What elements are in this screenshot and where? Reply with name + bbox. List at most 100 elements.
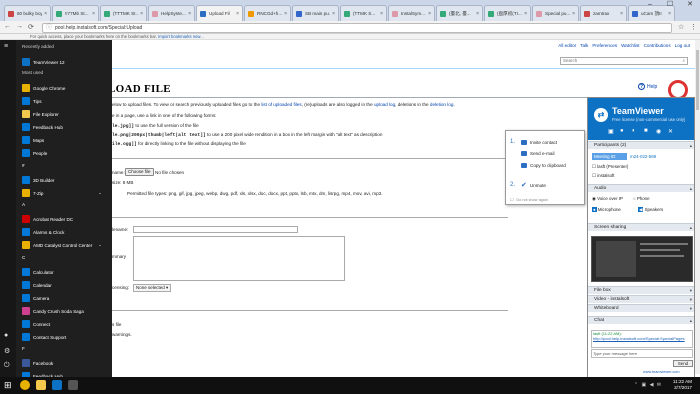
start-menu-item[interactable]: Candy Crush Soda Saga	[33, 309, 84, 314]
tab-close-icon[interactable]: ×	[620, 11, 623, 17]
tab-close-icon[interactable]: ×	[284, 11, 287, 17]
chat-link[interactable]: http://pool.help.instalsoft.com/Special:…	[593, 336, 691, 342]
page-info-icon[interactable]: ⓘ	[46, 24, 52, 32]
help-link[interactable]: ? Help	[638, 83, 657, 90]
unmute-item[interactable]: 2. ✔ Unmute	[510, 181, 546, 189]
maximize-icon[interactable]: ☐	[660, 0, 680, 10]
browser-tab[interactable]: !!77Mb St... ×	[52, 5, 99, 21]
search-icon[interactable]: ⌕	[682, 58, 685, 64]
personal-link-preferences[interactable]: Preferences	[592, 43, 617, 48]
phone-option[interactable]: ○ Phone	[633, 196, 650, 201]
start-menu-item[interactable]: People	[33, 151, 47, 156]
tab-close-icon[interactable]: ×	[188, 11, 191, 17]
start-menu-item[interactable]: Facebook	[33, 361, 53, 366]
invite-contact-item[interactable]: 1. Invite contact	[510, 139, 557, 145]
browser-tab[interactable]: SB main pu... ×	[292, 5, 339, 21]
start-menu-item[interactable]: Calculator	[33, 270, 54, 275]
start-menu-item[interactable]: Contact Support	[33, 335, 66, 340]
start-menu-item[interactable]: TeamViewer 12	[33, 60, 65, 65]
ignore-warnings-option[interactable]: warnings.	[112, 332, 132, 337]
tab-close-icon[interactable]: ×	[380, 11, 383, 17]
screen-sharing-section[interactable]: Screen sharing ▴	[588, 223, 694, 231]
search-input[interactable]: Search ⌕	[560, 57, 688, 65]
windows-start-icon[interactable]: ⊞	[4, 380, 14, 390]
tab-close-icon[interactable]: ×	[44, 11, 47, 17]
browser-tab[interactable]: InstalSym... ×	[388, 5, 435, 21]
video-icon[interactable]: ◐	[632, 128, 636, 134]
user-avatar-icon[interactable]: ●	[4, 332, 8, 339]
start-menu-item[interactable]: Feedback Hub	[33, 125, 63, 130]
expand-icon[interactable]: ⌄	[98, 190, 102, 196]
chat-section[interactable]: Chat ▴	[588, 316, 694, 324]
do-not-show-checkbox[interactable]: ☐ Do not show again	[510, 197, 548, 203]
browser-tab[interactable]: (TTMK S... ×	[340, 5, 387, 21]
participant-instalsoft[interactable]: ☐ instalsoft	[592, 173, 614, 179]
meeting-id-value[interactable]: m24-022-569	[630, 154, 656, 159]
upload-log-link[interactable]: upload log	[374, 102, 395, 107]
start-menu-item[interactable]: Calendar	[33, 283, 52, 288]
tab-close-icon[interactable]: ×	[476, 11, 479, 17]
uploaded-files-link[interactable]: list of uploaded files	[261, 102, 301, 107]
file-explorer-taskbar-icon[interactable]	[36, 380, 46, 390]
tab-close-icon[interactable]: ×	[140, 11, 143, 17]
hamburger-icon[interactable]: ≡	[4, 43, 8, 50]
alpha-group-header[interactable]: C	[22, 255, 25, 260]
watch-file-option[interactable]: s file	[112, 322, 121, 327]
personal-link-all-editor[interactable]: All editor	[558, 43, 576, 48]
browser-tab[interactable]: RNCGd+h... ×	[244, 5, 291, 21]
personal-link-watchlist[interactable]: Watchlist	[621, 43, 639, 48]
choose-file-button[interactable]: Choose file	[125, 168, 154, 176]
tab-close-icon[interactable]: ×	[92, 11, 95, 17]
browser-tab[interactable]: Special pu... ×	[532, 5, 579, 21]
participant-presenter[interactable]: ☐ lasft (Presenter)	[592, 164, 628, 170]
tab-close-icon[interactable]: ×	[668, 11, 671, 17]
tab-close-icon[interactable]: ×	[428, 11, 431, 17]
screen-icon[interactable]: ▣	[608, 128, 614, 135]
speakers-toggle[interactable]: ◀ Speakers	[638, 207, 663, 213]
microphone-toggle[interactable]: ● Microphone	[592, 207, 621, 212]
video-section[interactable]: Video - instalsoft ▾	[588, 295, 694, 303]
import-bookmarks-link[interactable]: Import bookmarks now...	[158, 34, 204, 39]
chrome-taskbar-icon[interactable]	[20, 380, 30, 390]
start-menu-item[interactable]: Alarms & Clock	[33, 230, 64, 235]
app-taskbar-icon[interactable]	[68, 380, 78, 390]
back-icon[interactable]: ←	[4, 23, 11, 30]
personal-link-contributions[interactable]: Contributions	[644, 43, 671, 48]
participants-section[interactable]: Participants (2) ▴	[588, 141, 694, 149]
start-menu-item[interactable]: Acrobat Reader DC	[33, 217, 73, 222]
star-icon[interactable]: ☆	[678, 23, 684, 31]
teamviewer-taskbar-icon[interactable]	[52, 380, 62, 390]
expand-icon[interactable]: ⌄	[98, 242, 102, 248]
tab-close-icon[interactable]: ×	[332, 11, 335, 17]
tab-close-icon[interactable]: ×	[572, 11, 575, 17]
minimize-icon[interactable]: –	[640, 0, 660, 10]
close-icon[interactable]: ✕	[680, 0, 700, 10]
start-menu-item[interactable]: Camera	[33, 296, 49, 301]
reload-icon[interactable]: ⟳	[28, 23, 34, 31]
browser-tab[interactable]: (TTTMK St... ×	[100, 5, 147, 21]
start-menu-item[interactable]: File Explorer	[33, 112, 59, 117]
power-icon[interactable]: ⏻	[4, 362, 10, 370]
tab-close-icon[interactable]: ×	[524, 11, 527, 17]
start-menu-item[interactable]: Google Chrome	[33, 86, 65, 91]
destination-filename-input[interactable]	[133, 226, 298, 233]
camera-icon[interactable]: ■	[644, 128, 648, 134]
licensing-select[interactable]: None selected ▾	[133, 284, 172, 292]
send-button[interactable]: Send	[673, 360, 693, 367]
browser-tab[interactable]: (盘厚初(TI... ×	[484, 5, 531, 21]
alpha-group-header[interactable]: #	[22, 163, 25, 168]
tab-close-icon[interactable]: ×	[236, 11, 239, 17]
personal-link-talk[interactable]: Talk	[580, 43, 588, 48]
taskbar-clock[interactable]: 11:22 AM 2/7/2017	[673, 379, 692, 391]
summary-textarea[interactable]	[133, 236, 345, 281]
audio-section[interactable]: Audio ▴	[588, 184, 694, 192]
alpha-group-header[interactable]: F	[22, 346, 25, 351]
url-input[interactable]: ⓘ pool.help.instalsoft.com/Special:Uploa…	[42, 22, 672, 33]
record-icon[interactable]: ◉	[656, 128, 661, 135]
browser-tab[interactable]: HelpSyste... ×	[148, 5, 195, 21]
close-session-icon[interactable]: ✕	[668, 128, 673, 135]
forward-icon[interactable]: →	[16, 23, 23, 30]
start-menu-item[interactable]: 3D Builder	[33, 178, 54, 183]
copy-clipboard-item[interactable]: Copy to clipboard	[510, 163, 566, 168]
settings-icon[interactable]: ⚙	[4, 347, 10, 355]
